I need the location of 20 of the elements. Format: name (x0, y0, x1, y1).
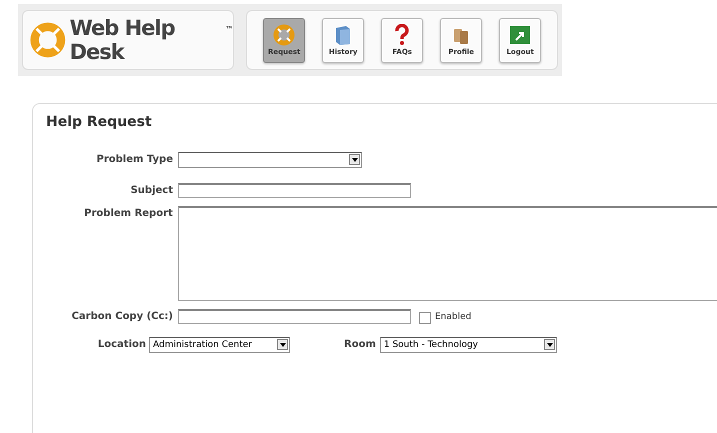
text-field[interactable] (178, 183, 411, 198)
ring-icon (273, 24, 296, 46)
field-label: Room (344, 338, 377, 352)
text-field[interactable] (178, 309, 411, 324)
trademark-mark: ™ (225, 25, 234, 34)
dropdown[interactable] (178, 152, 362, 168)
exit-sign-icon (509, 24, 532, 46)
dropdown[interactable]: Administration Center (149, 337, 290, 353)
field-label: Carbon Copy (Cc:) (70, 310, 174, 324)
text-area[interactable] (178, 206, 717, 301)
field-label: Problem Report (83, 207, 174, 221)
field-label: Problem Type (96, 153, 174, 167)
checkbox-label: Enabled (435, 311, 472, 324)
form-title: Help Request (46, 114, 153, 132)
field-label: Location (96, 338, 147, 352)
checkbox[interactable] (419, 312, 431, 324)
dropdown[interactable]: 1 South - Technology (380, 337, 557, 353)
logo-text: Web Help Desk (70, 16, 176, 64)
life-ring-icon (29, 20, 67, 60)
field-label: Subject (130, 184, 174, 198)
